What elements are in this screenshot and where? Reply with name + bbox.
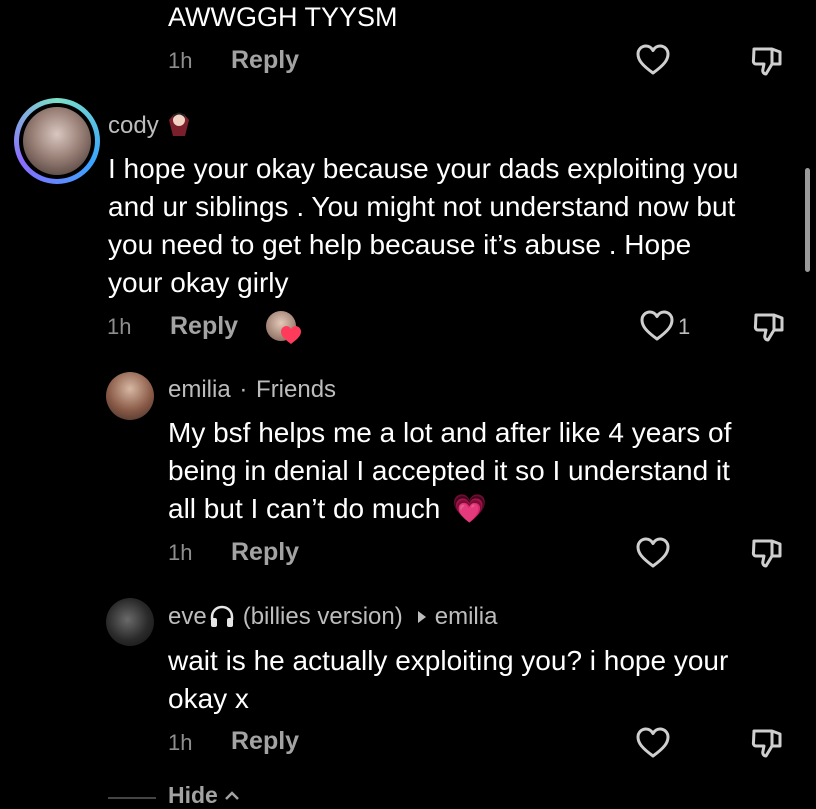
heart-outline-icon[interactable]: [640, 310, 674, 342]
creator-heart-avatar-icon: [266, 311, 302, 345]
sparkling-heart-emoji: 💗: [452, 493, 488, 524]
comment-text-line: and ur siblings . You might not understa…: [108, 191, 736, 222]
username[interactable]: cody: [108, 112, 159, 140]
heart-outline-icon[interactable]: [636, 537, 670, 569]
reply-to-username[interactable]: emilia: [435, 603, 498, 631]
vampire-emoji-icon: [166, 108, 192, 138]
caret-right-icon: [417, 610, 427, 624]
reply-button[interactable]: Reply: [231, 46, 299, 75]
reply-text-line: okay x: [168, 683, 249, 714]
avatar-ring-gap: [19, 103, 95, 179]
username[interactable]: eve: [168, 603, 207, 631]
friends-tag: Friends: [256, 376, 337, 403]
hide-label: Hide: [168, 782, 218, 808]
comment-time: 1h: [168, 48, 193, 73]
reply-time: 1h: [168, 730, 193, 755]
username-suffix[interactable]: (billies version): [243, 603, 403, 631]
comment-text-line: your okay girly: [108, 267, 289, 298]
thumbs-down-icon[interactable]: [752, 310, 786, 344]
separator: ·: [239, 376, 248, 403]
comment-text-line: you need to get help because it’s abuse …: [108, 229, 692, 260]
comment-text: AWWGGH TYYSM: [168, 2, 398, 32]
thumbs-down-icon[interactable]: [750, 726, 784, 760]
avatar[interactable]: [106, 372, 154, 420]
hide-divider: [108, 797, 156, 799]
scrollbar-thumb[interactable]: [805, 168, 810, 272]
reply-text-line: all but I can’t do much: [168, 493, 441, 524]
reply-time: 1h: [168, 540, 193, 565]
reply-username-line: eve (billies version) emilia: [168, 603, 497, 631]
avatar-story-ring[interactable]: [14, 98, 100, 184]
chevron-up-icon: [224, 790, 240, 801]
headphones-icon: [209, 605, 235, 629]
thumbs-down-icon[interactable]: [750, 44, 784, 78]
reply-text-line: being in denial I accepted it so I under…: [168, 455, 730, 486]
reply-text-line: wait is he actually exploiting you? i ho…: [168, 645, 729, 676]
hide-replies-button[interactable]: Hide: [168, 782, 240, 809]
username[interactable]: emilia: [168, 376, 231, 403]
reply-button[interactable]: Reply: [170, 312, 238, 341]
reply-text-last-line: all but I can’t do much 💗: [168, 490, 487, 528]
reply-username-line: emilia · Friends: [168, 376, 336, 404]
reply-button[interactable]: Reply: [231, 538, 299, 567]
avatar: [23, 107, 91, 175]
heart-outline-icon[interactable]: [636, 727, 670, 759]
comment-text-line: I hope your okay because your dads explo…: [108, 153, 739, 184]
reply-text-line: My bsf helps me a lot and after like 4 y…: [168, 417, 732, 448]
thumbs-down-icon[interactable]: [750, 536, 784, 570]
reply-button[interactable]: Reply: [231, 727, 299, 756]
avatar[interactable]: [106, 598, 154, 646]
heart-outline-icon[interactable]: [636, 44, 670, 76]
like-count: 1: [678, 314, 691, 339]
comment-time: 1h: [107, 314, 132, 339]
